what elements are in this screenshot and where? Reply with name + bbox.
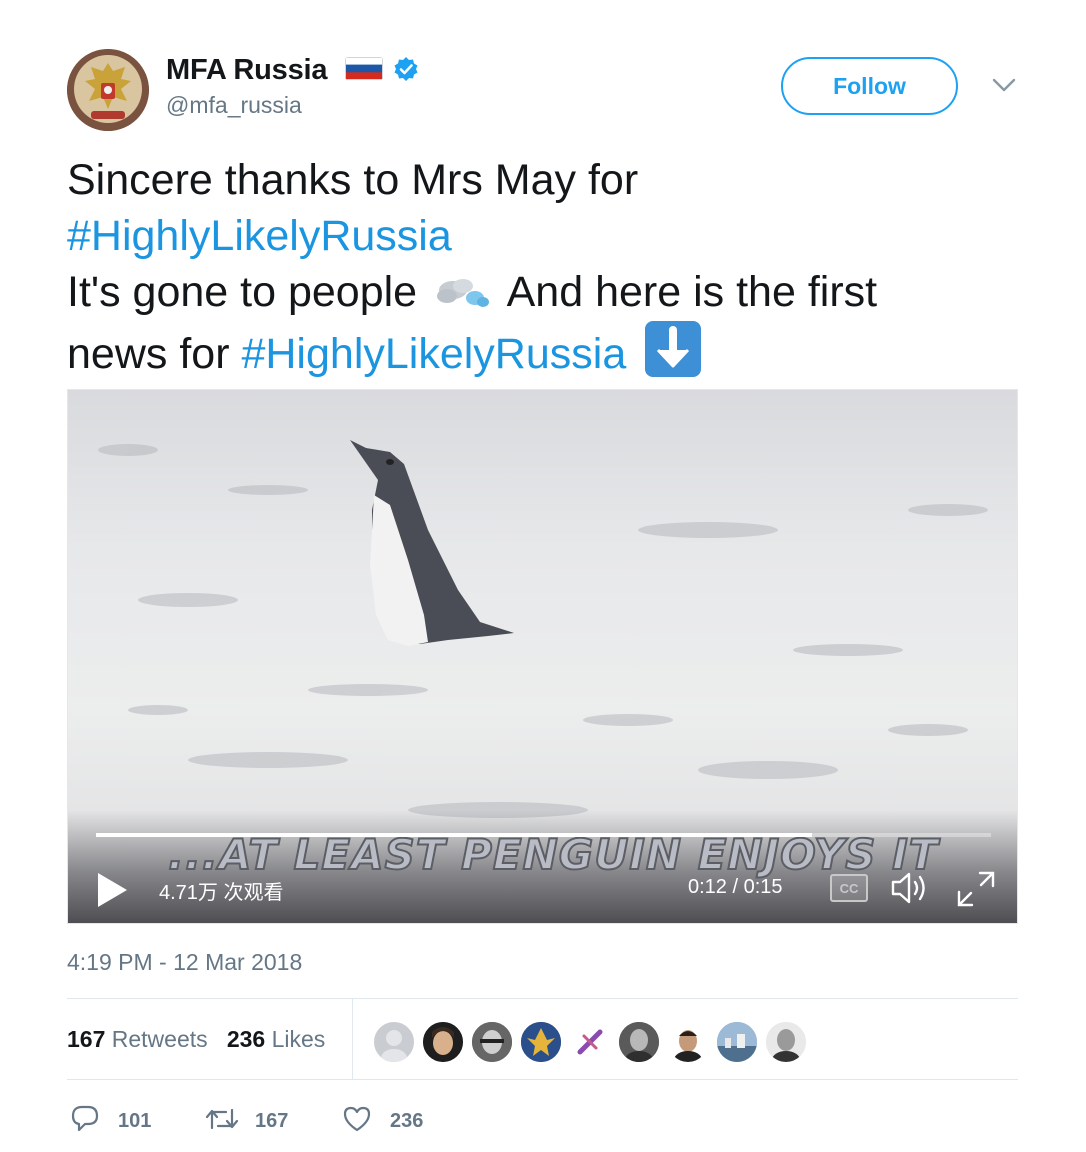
tweet-line: And here is the first [506,268,878,316]
liker-avatar[interactable] [372,1020,416,1064]
reply-count: 101 [118,1110,152,1132]
retweet-count: 167 [255,1110,289,1132]
tweet-line: news for [67,330,230,378]
author-avatar[interactable] [67,49,149,131]
video-time: 0:12 / 0:15 [688,876,783,898]
down-arrow-icon [644,320,702,378]
tweet-line: Sincere thanks to Mrs May for [67,156,639,204]
video-caption: ...AT LEAST PENGUIN ENJOYS IT [167,829,939,880]
fullscreen-icon[interactable] [956,870,996,908]
author-handle[interactable]: @mfa_russia [166,92,302,119]
divider [67,1079,1018,1080]
russia-flag-icon [345,57,383,80]
liker-avatar[interactable] [519,1020,563,1064]
tweet-text: Sincere thanks to Mrs May for #HighlyLik… [67,152,1027,382]
chevron-down-icon[interactable] [990,74,1018,96]
tweet-timestamp[interactable]: 4:19 PM - 12 Mar 2018 [67,949,302,976]
liker-avatar[interactable] [568,1020,612,1064]
video-player[interactable]: ...AT LEAST PENGUIN ENJOYS IT 4.71万 次观看 … [67,389,1018,924]
retweet-icon[interactable] [204,1104,240,1134]
russian-coat-of-arms-icon [67,49,149,131]
dashing-away-icon [433,268,493,307]
like-count: 236 [390,1110,424,1132]
likes-stat[interactable]: 236 Likes [227,1026,325,1052]
reply-icon[interactable] [70,1104,100,1134]
hashtag-link[interactable]: #HighlyLikelyRussia [67,212,452,260]
liker-avatar[interactable] [470,1020,514,1064]
play-icon[interactable] [96,872,128,908]
retweets-stat[interactable]: 167 Retweets [67,1026,208,1052]
divider [67,998,1018,999]
stats-divider [352,999,353,1079]
closed-captions-button[interactable]: CC [830,874,868,902]
view-count: 4.71万 次观看 [159,882,284,904]
author-name[interactable]: MFA Russia [166,54,327,87]
verified-badge-icon [393,56,419,82]
progress-fill[interactable] [96,833,812,837]
follow-button[interactable]: Follow [781,57,958,115]
liker-avatar[interactable] [666,1020,710,1064]
volume-icon[interactable] [890,870,934,906]
liker-avatar[interactable] [617,1020,661,1064]
tweet-line: It's gone to people [67,268,418,316]
liker-avatar[interactable] [764,1020,808,1064]
heart-icon[interactable] [342,1104,372,1134]
liker-avatar[interactable] [715,1020,759,1064]
tweet-stats: 167 Retweets 236 Likes [67,1026,325,1053]
hashtag-link[interactable]: #HighlyLikelyRussia [241,330,626,378]
penguin [350,440,514,646]
liker-avatar[interactable] [421,1020,465,1064]
